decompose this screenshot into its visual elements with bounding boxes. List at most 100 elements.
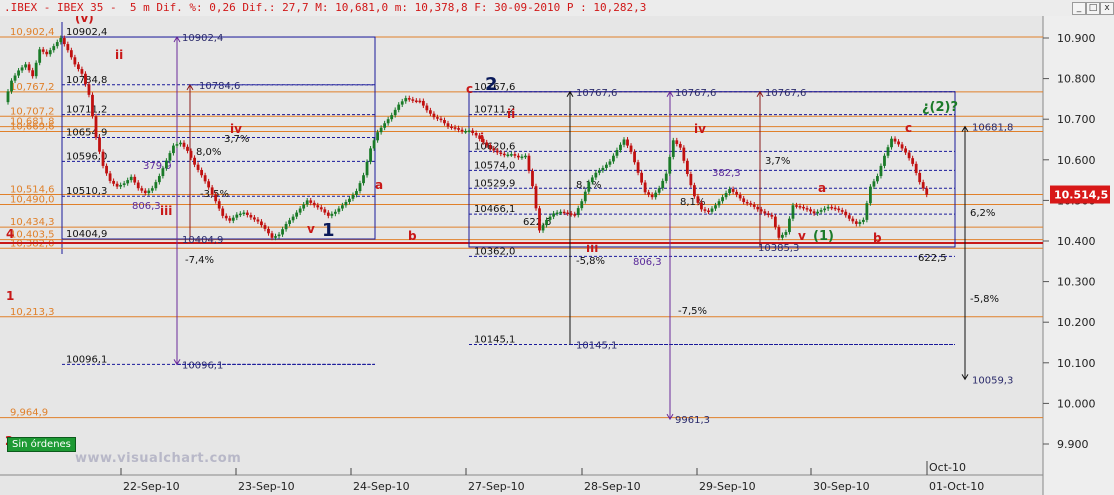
candle-body bbox=[425, 105, 429, 111]
candle-body bbox=[302, 204, 306, 209]
target-label: 10096,1 bbox=[182, 360, 223, 371]
candle-body bbox=[900, 144, 904, 149]
candle-body bbox=[154, 182, 158, 189]
candle-body bbox=[94, 116, 98, 138]
orange-level-label: 10,767,2 bbox=[10, 82, 55, 93]
maximize-button[interactable]: □ bbox=[1086, 2, 1100, 15]
y-tick-label: 10.200 bbox=[1057, 316, 1096, 329]
orange-level-label: 10,434,3 bbox=[10, 217, 55, 228]
last-price-label: 10.514,5 bbox=[1054, 189, 1108, 202]
price-chart[interactable]: 10.90010.80010.70010.60010.50010.40010.3… bbox=[0, 16, 1114, 495]
candle-body bbox=[260, 221, 263, 226]
candle-body bbox=[495, 150, 499, 153]
title-bar: .IBEX - IBEX 35 - 5 m Dif. %: 0,26 Dif.:… bbox=[0, 0, 1114, 17]
candle-body bbox=[921, 182, 925, 189]
candle-body bbox=[861, 219, 865, 222]
candle-body bbox=[784, 232, 788, 235]
candle-body bbox=[175, 144, 179, 146]
orange-level-label: 10,213,3 bbox=[10, 307, 55, 318]
candle-body bbox=[520, 156, 524, 159]
y-tick-label: 10.600 bbox=[1057, 154, 1096, 167]
candle-body bbox=[418, 100, 422, 103]
y-tick-label: 9.900 bbox=[1057, 438, 1089, 451]
wave-label: ii bbox=[115, 48, 123, 62]
candle-body bbox=[714, 205, 717, 209]
candle-body bbox=[348, 198, 351, 203]
target-label: 10902,4 bbox=[182, 33, 223, 44]
candle-body bbox=[13, 75, 17, 81]
candle-body bbox=[45, 51, 49, 55]
candle-body bbox=[295, 212, 299, 217]
y-tick-label: 10.100 bbox=[1057, 357, 1096, 370]
candle-body bbox=[291, 216, 295, 221]
wave-label: c bbox=[905, 121, 912, 135]
candle-body bbox=[830, 206, 834, 209]
x-tick-label: 30-Sep-10 bbox=[813, 480, 870, 493]
candle-body bbox=[421, 100, 425, 106]
minimize-button[interactable]: _ bbox=[1072, 2, 1086, 15]
candle-body bbox=[105, 165, 108, 174]
candle-body bbox=[351, 194, 355, 199]
close-button[interactable]: x bbox=[1100, 2, 1114, 15]
wave-label-major: 1 bbox=[322, 220, 335, 241]
x-tick-label: 27-Sep-10 bbox=[468, 480, 525, 493]
target-label: 10784,6 bbox=[199, 81, 240, 92]
candle-body bbox=[341, 205, 344, 209]
candle-body bbox=[745, 202, 749, 204]
candle-body bbox=[41, 49, 45, 52]
candle-body bbox=[323, 209, 327, 213]
left-fib-label: 10596,0 bbox=[66, 151, 107, 162]
candle-body bbox=[576, 208, 580, 216]
candle-body bbox=[506, 154, 510, 157]
mid-fib-label: 10362,0 bbox=[474, 246, 515, 257]
x-top-label: Oct-10 bbox=[929, 461, 966, 474]
candle-body bbox=[217, 201, 221, 209]
candle-body bbox=[245, 212, 249, 216]
candle-body bbox=[661, 180, 665, 189]
wave-label: b bbox=[408, 229, 417, 243]
candle-body bbox=[316, 205, 320, 208]
mid-fib-label: 10145,1 bbox=[474, 334, 515, 345]
candle-body bbox=[122, 183, 126, 185]
target-label: 10059,3 bbox=[972, 375, 1013, 386]
wave-label: v bbox=[307, 222, 315, 236]
candle-body bbox=[344, 202, 348, 206]
x-tick-label: 24-Sep-10 bbox=[353, 480, 410, 493]
candle-body bbox=[115, 183, 119, 187]
candle-body bbox=[186, 146, 189, 151]
candle-body bbox=[735, 191, 739, 195]
wave-label: a bbox=[818, 181, 826, 195]
candle-body bbox=[281, 229, 284, 235]
candle-body bbox=[693, 185, 696, 197]
x-tick-label: 29-Sep-10 bbox=[699, 480, 756, 493]
candle-body bbox=[770, 215, 774, 217]
candle-body bbox=[847, 215, 851, 219]
extension-label: 806,3 bbox=[633, 257, 662, 268]
candle-body bbox=[263, 225, 267, 229]
candle-body bbox=[664, 173, 668, 181]
candle-body bbox=[376, 132, 379, 141]
candle-body bbox=[386, 119, 390, 124]
candle-body bbox=[411, 99, 415, 101]
candle-body bbox=[678, 143, 682, 148]
candle-body bbox=[383, 123, 387, 128]
candle-body bbox=[918, 172, 922, 183]
candle-body bbox=[802, 206, 805, 209]
candle-body bbox=[179, 142, 182, 145]
candle-body bbox=[333, 211, 337, 214]
candle-body bbox=[812, 211, 816, 214]
wave-label-major: 2 bbox=[485, 74, 498, 95]
candle-body bbox=[517, 155, 520, 158]
candle-body bbox=[795, 205, 798, 207]
candle-body bbox=[886, 147, 890, 156]
candle-body bbox=[80, 69, 84, 74]
candle-body bbox=[253, 217, 256, 220]
candle-body bbox=[587, 182, 591, 192]
candle-body bbox=[650, 194, 654, 198]
candle-body bbox=[773, 216, 777, 228]
candle-body bbox=[752, 204, 756, 207]
candle-body bbox=[566, 212, 570, 215]
orders-badge[interactable]: Sin órdenes bbox=[7, 437, 76, 452]
candle-body bbox=[133, 176, 137, 183]
y-axis-panel bbox=[1043, 16, 1114, 495]
